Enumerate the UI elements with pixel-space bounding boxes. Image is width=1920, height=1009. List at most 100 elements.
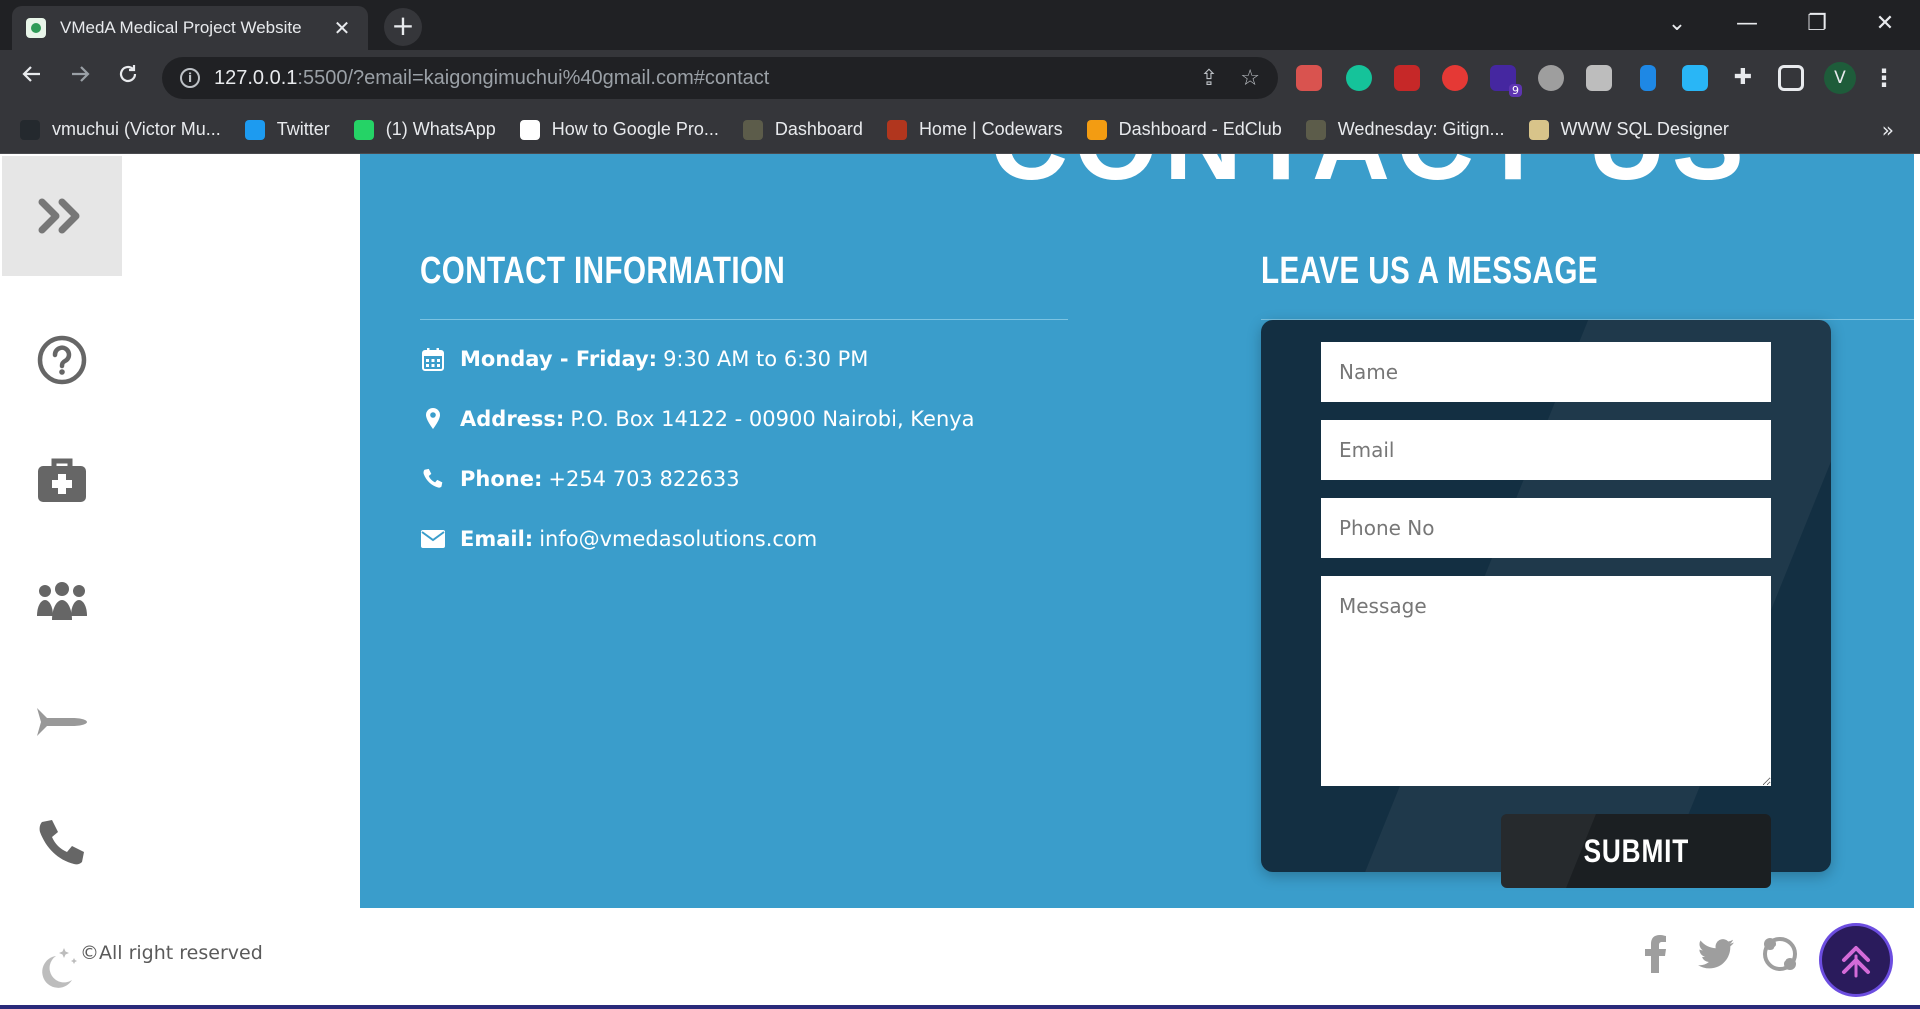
restore-button[interactable]: ❐ xyxy=(1792,8,1842,40)
sidebar-toggle-button[interactable] xyxy=(2,156,122,276)
sidebar-item-faq[interactable] xyxy=(32,330,92,390)
forward-button[interactable] xyxy=(62,60,98,96)
bookmark-item[interactable]: vmuchui (Victor Mu... xyxy=(20,119,221,140)
info-value[interactable]: info@vmedasolutions.com xyxy=(539,527,817,551)
bookmark-item[interactable]: Wednesday: Gitign... xyxy=(1305,119,1505,140)
back-button[interactable] xyxy=(14,60,50,96)
users-icon xyxy=(37,582,87,620)
extension-video-icon[interactable] xyxy=(1296,65,1322,91)
submit-button[interactable]: SUBMIT xyxy=(1501,814,1771,888)
envelope-icon xyxy=(420,526,446,552)
facebook-link[interactable] xyxy=(1634,932,1678,976)
dark-mode-toggle[interactable] xyxy=(34,944,84,994)
browser-tab[interactable]: VMedA Medical Project Website ✕ xyxy=(12,6,368,50)
bookmark-item[interactable]: Home | Codewars xyxy=(886,119,1063,140)
bookmark-star-icon[interactable]: ☆ xyxy=(1240,66,1260,91)
sql-designer-icon xyxy=(1528,119,1549,140)
double-chevron-up-icon xyxy=(1842,946,1870,978)
sidebar-item-team[interactable] xyxy=(32,572,92,632)
bookmarks-more-icon[interactable]: » xyxy=(1882,118,1894,142)
info-label: Address: xyxy=(460,407,565,431)
info-value: P.O. Box 14122 - 00900 Nairobi, Kenya xyxy=(570,407,975,431)
site-info-icon[interactable]: i xyxy=(180,68,200,88)
bookmark-label: Twitter xyxy=(276,119,330,139)
email-input[interactable] xyxy=(1321,420,1771,480)
close-window-button[interactable]: ✕ xyxy=(1860,8,1910,40)
page-scrollbar[interactable] xyxy=(1914,154,1920,1009)
bookmark-label: vmuchui (Victor Mu... xyxy=(52,119,221,139)
contact-info-divider xyxy=(420,319,1068,320)
copyright-text: ©All right reserved xyxy=(80,942,263,964)
sidebar-item-about[interactable] xyxy=(32,692,92,752)
twitter-icon xyxy=(1698,939,1734,969)
info-row-hours: Monday - Friday: 9:30 AM to 6:30 PM xyxy=(420,346,868,372)
profile-avatar[interactable]: V xyxy=(1824,62,1856,94)
info-label: Phone: xyxy=(460,467,543,491)
skype-icon xyxy=(1763,937,1797,971)
bookmark-item[interactable]: WWW SQL Designer xyxy=(1528,119,1729,140)
skype-link[interactable] xyxy=(1758,932,1802,976)
bookmark-item[interactable]: Twitter xyxy=(244,119,330,140)
reload-button[interactable] xyxy=(110,60,146,96)
browser-menu-icon[interactable]: ⋮ xyxy=(1872,62,1896,94)
whatsapp-icon xyxy=(353,119,374,140)
adblock-icon[interactable] xyxy=(1442,65,1468,91)
tab-search-icon[interactable]: ⌄ xyxy=(1652,8,1702,40)
minimize-button[interactable]: — xyxy=(1722,8,1772,40)
url-text[interactable]: 127.0.0.1:5500/?email=kaigongimuchui%40g… xyxy=(214,67,1178,90)
side-panel-icon[interactable] xyxy=(1778,65,1804,91)
contact-heading: CONTACT US xyxy=(990,154,1750,202)
phone-input[interactable] xyxy=(1321,498,1771,558)
arrow-right-icon xyxy=(72,66,90,82)
extension-badge-icon[interactable]: 9 xyxy=(1490,65,1522,97)
submit-label: SUBMIT xyxy=(1583,832,1689,869)
name-input[interactable] xyxy=(1321,342,1771,402)
extension-gray-icon[interactable] xyxy=(1586,65,1612,91)
twitter-link[interactable] xyxy=(1694,932,1738,976)
extension-badge-count: 9 xyxy=(1509,84,1522,97)
twitter-icon xyxy=(244,119,265,140)
extension-cloud-icon[interactable] xyxy=(1538,65,1564,91)
extension-blue-icon[interactable] xyxy=(1640,65,1656,91)
browser-tabstrip: VMedA Medical Project Website ✕ + ⌄ — ❐ … xyxy=(0,0,1920,50)
codewars-icon xyxy=(886,119,907,140)
url-path: :5500/?email=kaigongimuchui%40gmail.com#… xyxy=(297,66,770,89)
extensions-puzzle-icon[interactable]: ✚ xyxy=(1730,65,1756,91)
bookmark-item[interactable]: Dashboard - EdClub xyxy=(1086,119,1282,140)
info-value: +254 703 822633 xyxy=(548,467,740,491)
github-icon xyxy=(20,119,40,140)
sidebar xyxy=(0,154,360,1009)
sidebar-item-services[interactable] xyxy=(32,450,92,510)
plane-icon xyxy=(37,708,87,736)
bookmark-label: Dashboard xyxy=(774,119,863,139)
bookmark-label: Wednesday: Gitign... xyxy=(1337,119,1505,139)
page-viewport: CONTACT US CONTACT INFORMATION LEAVE US … xyxy=(0,154,1920,1009)
site-favicon-icon xyxy=(26,18,46,38)
info-value: 9:30 AM to 6:30 PM xyxy=(663,347,869,371)
info-row-phone: Phone: +254 703 822633 xyxy=(420,466,740,492)
message-textarea[interactable] xyxy=(1321,576,1771,786)
bookmark-item[interactable]: How to Google Pro... xyxy=(519,119,719,140)
phone-icon xyxy=(420,466,446,492)
map-marker-icon xyxy=(420,406,446,432)
question-circle-icon xyxy=(37,335,87,385)
double-chevron-right-icon xyxy=(38,198,80,234)
share-icon[interactable]: ⇪ xyxy=(1200,66,1218,91)
address-bar[interactable]: i 127.0.0.1:5500/?email=kaigongimuchui%4… xyxy=(162,57,1278,99)
extension-play-icon[interactable] xyxy=(1394,65,1420,91)
sidebar-item-contact[interactable] xyxy=(32,814,92,874)
facebook-icon xyxy=(1645,935,1666,973)
contact-form xyxy=(1261,320,1831,872)
phone-icon xyxy=(39,820,84,865)
bookmark-item[interactable]: (1) WhatsApp xyxy=(353,119,496,140)
arrow-left-icon xyxy=(22,66,40,82)
grammarly-icon[interactable] xyxy=(1346,65,1372,91)
palm-icon xyxy=(742,119,763,140)
bookmark-item[interactable]: Dashboard xyxy=(742,119,863,140)
tab-close-icon[interactable]: ✕ xyxy=(330,16,354,40)
calendar-icon xyxy=(420,346,446,372)
url-host: 127.0.0.1 xyxy=(214,66,298,89)
new-tab-button[interactable]: + xyxy=(384,8,422,46)
extension-window-icon[interactable] xyxy=(1682,65,1708,91)
scroll-to-top-button[interactable] xyxy=(1822,926,1890,994)
